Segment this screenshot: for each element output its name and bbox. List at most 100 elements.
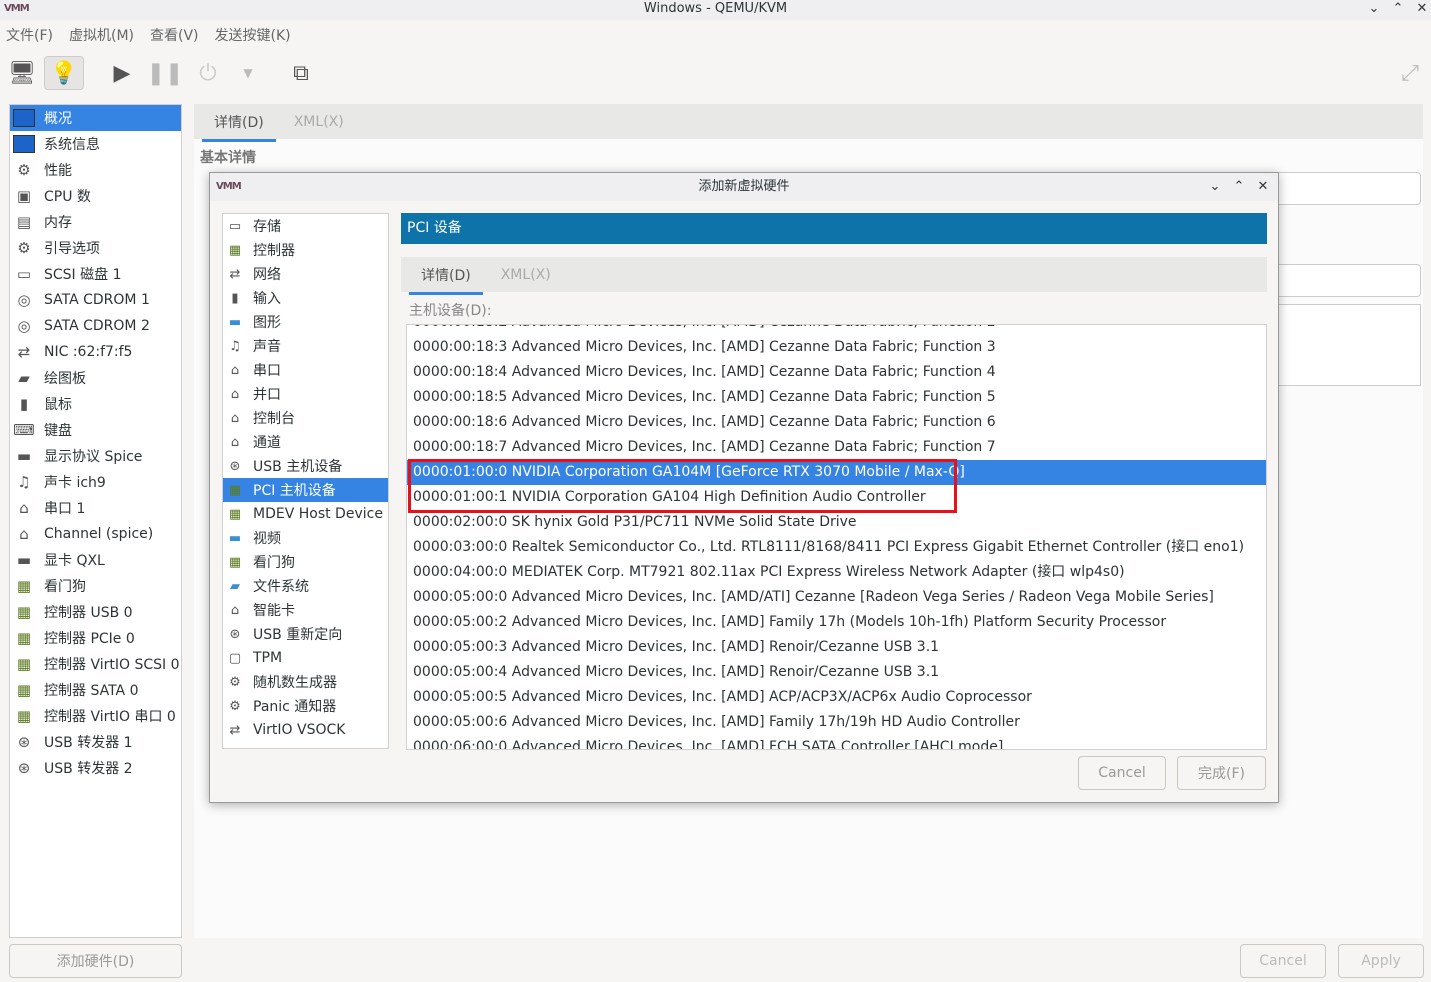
device-row[interactable]: 0000:00:18:4 Advanced Micro Devices, Inc…: [407, 360, 1266, 385]
category-item[interactable]: ▰ 文件系统: [223, 574, 388, 598]
sidebar-item[interactable]: ▣ CPU 数: [10, 183, 181, 209]
sidebar-item[interactable]: ▦ 控制器 USB 0: [10, 599, 181, 625]
category-item[interactable]: ⌂ 串口: [223, 358, 388, 382]
device-row[interactable]: 0000:03:00:0 Realtek Semiconductor Co., …: [407, 535, 1266, 560]
serial-icon: ⌂: [230, 434, 240, 450]
sidebar-item[interactable]: ⊛ USB 转发器 1: [10, 729, 181, 755]
device-row[interactable]: 0000:04:00:0 MEDIATEK Corp. MT7921 802.1…: [407, 560, 1266, 585]
sidebar-item[interactable]: ▰ 绘图板: [10, 365, 181, 391]
sidebar-item[interactable]: ▦ 控制器 PCIe 0: [10, 625, 181, 651]
fullscreen-button[interactable]: ⤢: [1390, 56, 1430, 90]
sidebar-item[interactable]: ▬ 显卡 QXL: [10, 547, 181, 573]
menu-vm[interactable]: 虚拟机(M): [69, 24, 134, 48]
cancel-button[interactable]: Cancel: [1240, 944, 1326, 978]
category-item[interactable]: ▮ 输入: [223, 286, 388, 310]
category-item[interactable]: ⌂ 智能卡: [223, 598, 388, 622]
device-row[interactable]: 0000:05:00:6 Advanced Micro Devices, Inc…: [407, 710, 1266, 735]
category-item[interactable]: ⌂ 控制台: [223, 406, 388, 430]
hardware-category-list[interactable]: ▭ 存储 ▦ 控制器 ⇄ 网络 ▮ 输入 ▬ 图形 ♫ 声音 ⌂ 串口 ⌂ 并口 ⌂ 控制台 ⌂ 通道 ⊛ USB 主机设…: [222, 213, 389, 749]
category-item[interactable]: ♫ 声音: [223, 334, 388, 358]
sidebar-item[interactable]: ▤ 内存: [10, 209, 181, 235]
shutdown-button[interactable]: ⏻: [188, 56, 228, 90]
device-row[interactable]: 0000:06:00:0 Advanced Micro Devices, Inc…: [407, 735, 1266, 749]
run-button[interactable]: ▶: [102, 56, 142, 90]
console-button[interactable]: 🖥: [2, 56, 42, 90]
name-field[interactable]: [1274, 172, 1421, 205]
sidebar-item[interactable]: ⚙ 性能: [10, 157, 181, 183]
sidebar-item[interactable]: ⌂ 串口 1: [10, 495, 181, 521]
category-item[interactable]: ⚙ 随机数生成器: [223, 670, 388, 694]
device-row[interactable]: 0000:00:18:6 Advanced Micro Devices, Inc…: [407, 410, 1266, 435]
device-row[interactable]: 0000:05:00:5 Advanced Micro Devices, Inc…: [407, 685, 1266, 710]
category-item[interactable]: ▢ TPM: [223, 646, 388, 670]
host-device-list[interactable]: 0000:00:18:2 Advanced Micro Devices, Inc…: [406, 324, 1267, 750]
add-hardware-button[interactable]: 添加硬件(D): [9, 944, 182, 978]
device-row[interactable]: 0000:02:00:0 SK hynix Gold P31/PC711 NVM…: [407, 510, 1266, 535]
finish-button[interactable]: 完成(F): [1177, 756, 1266, 790]
close-button[interactable]: ✕: [1413, 0, 1431, 18]
sidebar-item[interactable]: ⊛ USB 转发器 2: [10, 755, 181, 781]
category-item[interactable]: ⌂ 并口: [223, 382, 388, 406]
device-row[interactable]: 0000:00:18:2 Advanced Micro Devices, Inc…: [407, 325, 1266, 335]
hardware-list[interactable]: 概况 系统信息 ⚙ 性能 ▣ CPU 数 ▤ 内存 ⚙ 引导选项 ▭ SCSI 磁盘 1 ◎ SATA C…: [9, 104, 182, 938]
device-row[interactable]: 0000:05:00:4 Advanced Micro Devices, Inc…: [407, 660, 1266, 685]
tab-details[interactable]: 详情(D): [202, 112, 276, 142]
category-item[interactable]: ⇄ VirtIO VSOCK: [223, 718, 388, 742]
title-field[interactable]: [1274, 264, 1421, 297]
sidebar-item[interactable]: ♫ 声卡 ich9: [10, 469, 181, 495]
device-row[interactable]: 0000:00:18:5 Advanced Micro Devices, Inc…: [407, 385, 1266, 410]
sidebar-item[interactable]: ◎ SATA CDROM 1: [10, 287, 181, 313]
category-item[interactable]: ▦ 控制器: [223, 238, 388, 262]
sidebar-item[interactable]: ▦ 看门狗: [10, 573, 181, 599]
menu-file[interactable]: 文件(F): [6, 24, 53, 48]
dialog-tab-xml[interactable]: XML(X): [501, 267, 551, 283]
tab-xml[interactable]: XML(X): [294, 114, 344, 130]
shutdown-menu-button[interactable]: ▼: [228, 56, 268, 90]
dialog-cancel-button[interactable]: Cancel: [1078, 756, 1166, 790]
sidebar-item[interactable]: ◎ SATA CDROM 2: [10, 313, 181, 339]
category-item[interactable]: ⊛ USB 重新定向: [223, 622, 388, 646]
dialog-maximize-button[interactable]: ⌃: [1230, 173, 1248, 201]
sidebar-item[interactable]: ▦ 控制器 SATA 0: [10, 677, 181, 703]
device-row[interactable]: 0000:05:00:3 Advanced Micro Devices, Inc…: [407, 635, 1266, 660]
sidebar-item[interactable]: ⌂ Channel (spice): [10, 521, 181, 547]
dialog-minimize-button[interactable]: ⌄: [1206, 173, 1224, 201]
sidebar-item[interactable]: ▮ 鼠标: [10, 391, 181, 417]
sidebar-item[interactable]: ▬ 显示协议 Spice: [10, 443, 181, 469]
category-item[interactable]: ⊛ USB 主机设备: [223, 454, 388, 478]
minimize-button[interactable]: ⌄: [1365, 0, 1383, 18]
apply-button[interactable]: Apply: [1338, 944, 1424, 978]
sidebar-item[interactable]: ▦ 控制器 VirtIO SCSI 0: [10, 651, 181, 677]
category-item[interactable]: ▭ 存储: [223, 214, 388, 238]
category-item[interactable]: ▬ 视频: [223, 526, 388, 550]
dialog-tab-details[interactable]: 详情(D): [409, 265, 483, 295]
description-field[interactable]: [1274, 304, 1421, 386]
sidebar-item[interactable]: 概况: [10, 105, 181, 131]
dialog-close-button[interactable]: ✕: [1254, 173, 1272, 201]
details-button[interactable]: 💡: [44, 56, 84, 90]
device-row[interactable]: 0000:00:18:7 Advanced Micro Devices, Inc…: [407, 435, 1266, 460]
category-item[interactable]: ▦ 看门狗: [223, 550, 388, 574]
sidebar-item[interactable]: ⚙ 引导选项: [10, 235, 181, 261]
snapshots-button[interactable]: ⧉: [281, 56, 321, 90]
category-item[interactable]: ▦ PCI 主机设备: [223, 478, 388, 502]
category-item[interactable]: ⚙ Panic 通知器: [223, 694, 388, 718]
maximize-button[interactable]: ⌃: [1389, 0, 1407, 18]
sidebar-item[interactable]: ▦ 控制器 VirtIO 串口 0: [10, 703, 181, 729]
sidebar-item[interactable]: 系统信息: [10, 131, 181, 157]
sidebar-item[interactable]: ⌨ 键盘: [10, 417, 181, 443]
device-row[interactable]: 0000:05:00:0 Advanced Micro Devices, Inc…: [407, 585, 1266, 610]
category-item[interactable]: ▦ MDEV Host Device: [223, 502, 388, 526]
menu-send-key[interactable]: 发送按键(K): [215, 24, 291, 48]
menu-view[interactable]: 查看(V): [150, 24, 199, 48]
device-row[interactable]: 0000:00:18:3 Advanced Micro Devices, Inc…: [407, 335, 1266, 360]
category-item[interactable]: ▬ 图形: [223, 310, 388, 334]
pause-button[interactable]: ❚❚: [145, 56, 185, 90]
category-label: USB 主机设备: [253, 459, 343, 475]
sidebar-item-label: 控制器 SATA 0: [44, 683, 139, 699]
sidebar-item[interactable]: ▭ SCSI 磁盘 1: [10, 261, 181, 287]
category-item[interactable]: ⇄ 网络: [223, 262, 388, 286]
category-item[interactable]: ⌂ 通道: [223, 430, 388, 454]
sidebar-item[interactable]: ⇄ NIC :62:f7:f5: [10, 339, 181, 365]
device-row[interactable]: 0000:05:00:2 Advanced Micro Devices, Inc…: [407, 610, 1266, 635]
